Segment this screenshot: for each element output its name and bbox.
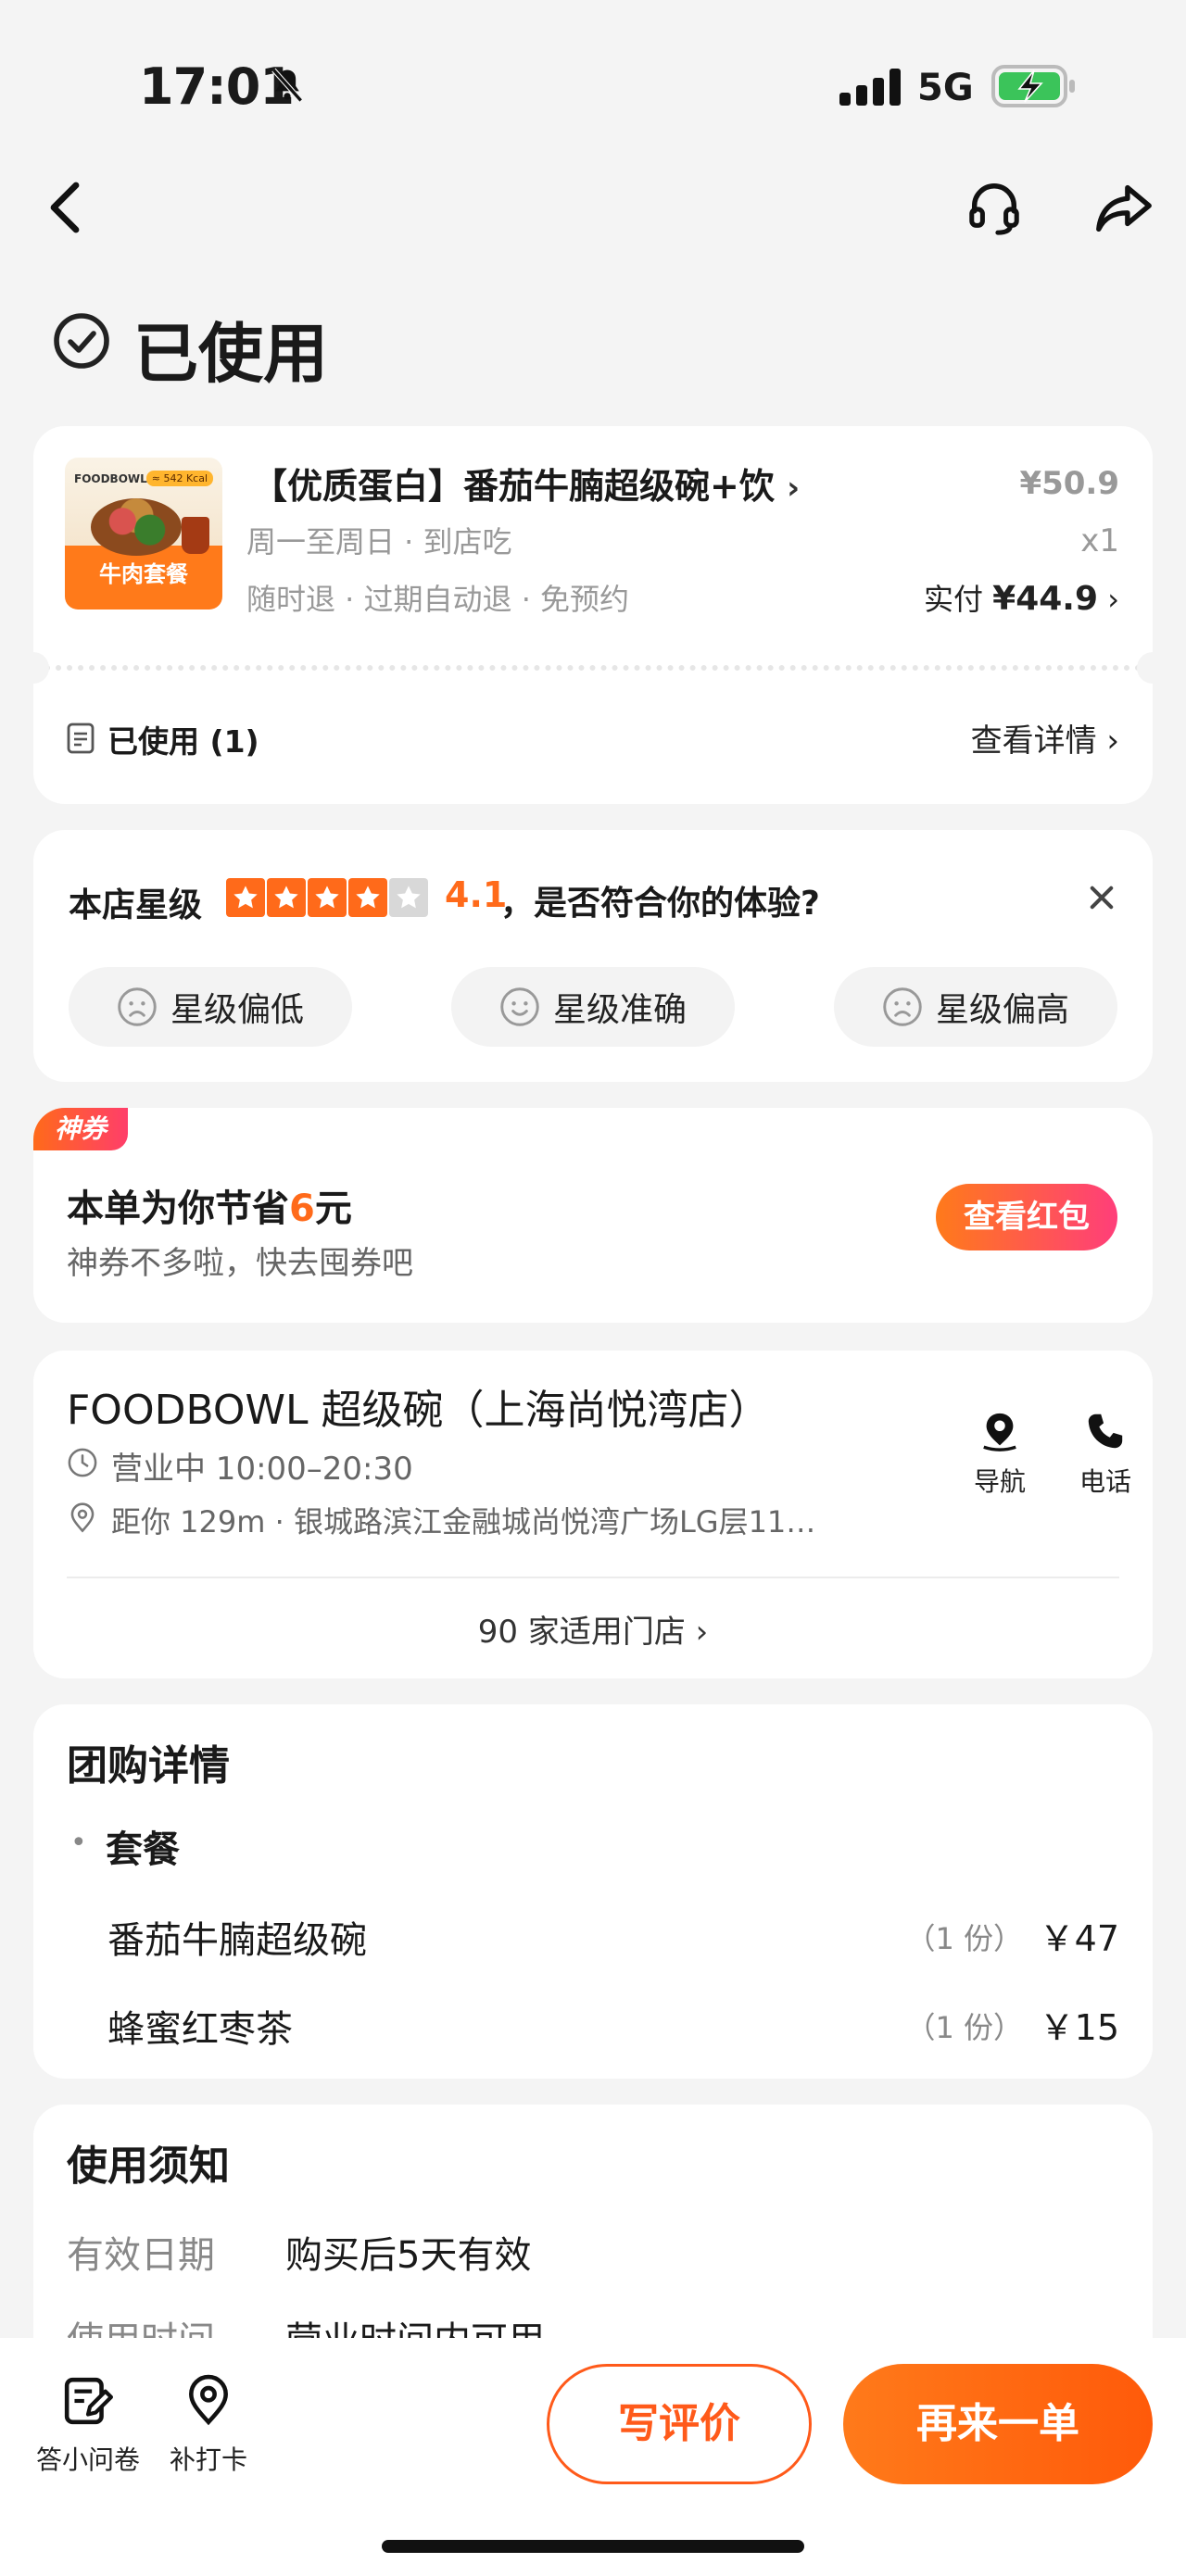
location-pin-icon xyxy=(70,1502,95,1533)
section-title: 团购详情 xyxy=(67,1742,230,1790)
navigation-pin-icon xyxy=(983,1413,1016,1451)
rating-question: ，是否符合你的体验? xyxy=(500,885,820,923)
share-icon[interactable] xyxy=(1093,180,1154,235)
coupon-subtext: 神券不多啦，快去囤券吧 xyxy=(67,1245,413,1282)
chevron-right-icon: › xyxy=(1096,723,1119,760)
chevron-right-icon: › xyxy=(685,1614,709,1651)
food-bowl-image xyxy=(91,498,182,556)
check-circle-icon xyxy=(54,313,109,369)
chevron-right-icon: › xyxy=(1107,582,1119,617)
order-card: FOODBOWL ≈ 542 Kcal 牛肉套餐 【优质蛋白】番茄牛腩超级碗+饮… xyxy=(18,426,1168,804)
reorder-button[interactable]: 再来一单 xyxy=(843,2364,1153,2484)
sad-face-icon xyxy=(118,987,157,1026)
rating-too-high-button[interactable]: 星级偏高 xyxy=(834,967,1117,1047)
customer-service-headset-icon[interactable] xyxy=(965,178,1023,237)
section-title: 使用须知 xyxy=(67,2142,230,2190)
navigate-label: 导航 xyxy=(973,1466,1026,1497)
package-item-price: ￥47 xyxy=(1039,1918,1119,1959)
clock-icon xyxy=(68,1448,97,1477)
store-address[interactable]: 距你 129m · 银城路滨江金融城尚悦湾广场LG层11… xyxy=(111,1499,908,1541)
sad-face-icon xyxy=(883,987,922,1026)
package-label: 套餐 xyxy=(106,1828,180,1871)
back-arrow-icon[interactable] xyxy=(39,178,91,237)
star-filled-icon xyxy=(308,878,347,917)
bottom-action-bar: 答小问卷 补打卡 写评价 再来一单 xyxy=(0,2338,1186,2576)
store-rating-card: 本店星级 4.1 ，是否符合你的体验? 星级偏低 星级准确 星级偏高 xyxy=(33,830,1153,1082)
network-type: 5G xyxy=(917,67,974,109)
ticket-notch-left xyxy=(18,652,49,684)
ticket-notch-right xyxy=(1137,652,1168,684)
savings-amount: 6 xyxy=(289,1187,315,1230)
home-indicator xyxy=(382,2540,804,2553)
thumb-kcal-badge: ≈ 542 Kcal xyxy=(145,471,213,486)
package-item-name: 番茄牛腩超级碗 xyxy=(107,1919,367,1962)
package-item-count: （1 份） xyxy=(905,1921,1023,1956)
product-thumbnail[interactable]: FOODBOWL ≈ 542 Kcal 牛肉套餐 xyxy=(65,458,222,609)
rating-option-label: 星级偏高 xyxy=(935,991,1069,1029)
rating-option-label: 星级偏低 xyxy=(170,991,304,1029)
package-item-price: ￥15 xyxy=(1039,2007,1119,2048)
used-count: 已使用 (1) xyxy=(107,723,259,760)
close-icon[interactable] xyxy=(1086,882,1117,913)
paid-amount-link[interactable]: 实付 ¥44.9 › xyxy=(924,576,1119,619)
write-review-button[interactable]: 写评价 xyxy=(547,2364,812,2484)
paid-amount: ¥44.9 xyxy=(992,580,1099,618)
call-button[interactable]: 电话 xyxy=(1064,1410,1147,1499)
divider xyxy=(67,1577,1119,1578)
star-filled-icon xyxy=(267,878,306,917)
store-hours: 营业中 10:00–20:30 xyxy=(111,1451,413,1488)
savings-line: 本单为你节省6元 xyxy=(67,1187,352,1230)
bell-muted-icon xyxy=(271,68,303,103)
voucher-icon xyxy=(67,723,95,754)
star-filled-icon xyxy=(348,878,387,917)
bullet-dot: • xyxy=(70,1827,87,1859)
checkin-button[interactable]: 补打卡 xyxy=(148,2373,269,2477)
order-status-title: 已使用 xyxy=(133,316,328,392)
smile-face-icon xyxy=(500,987,539,1026)
rating-score: 4.1 xyxy=(445,874,508,915)
usage-info: 周一至周日 · 到店吃 xyxy=(246,524,512,559)
survey-label: 答小问卷 xyxy=(35,2444,140,2475)
coupon-savings-card: 神券 本单为你节省6元 神券不多啦，快去囤券吧 查看红包 xyxy=(33,1108,1153,1323)
coupon-tag-badge: 神券 xyxy=(33,1108,128,1150)
rating-accurate-button[interactable]: 星级准确 xyxy=(451,967,735,1047)
product-title[interactable]: 【优质蛋白】番茄牛腩超级碗+饮 › xyxy=(252,458,800,509)
rating-option-label: 星级准确 xyxy=(552,991,687,1029)
refund-policy: 随时退 · 过期自动退 · 免预约 xyxy=(246,582,630,617)
store-name[interactable]: FOODBOWL 超级碗（上海尚悦湾店） xyxy=(67,1376,770,1436)
battery-charging-icon xyxy=(991,65,1075,107)
survey-button[interactable]: 答小问卷 xyxy=(28,2373,148,2477)
star-filled-icon xyxy=(226,878,265,917)
notice-value: 购买后5天有效 xyxy=(285,2234,532,2277)
rating-too-low-button[interactable]: 星级偏低 xyxy=(69,967,352,1047)
rating-label: 本店星级 xyxy=(69,886,203,924)
survey-edit-icon xyxy=(64,2377,113,2425)
group-deal-detail-card: 团购详情 • 套餐 番茄牛腩超级碗 （1 份） ￥47 蜂蜜红枣茶 （1 份） … xyxy=(33,1704,1153,2079)
perforation-divider xyxy=(33,665,1153,671)
star-rating xyxy=(226,878,428,919)
quantity: x1 xyxy=(1080,522,1119,559)
applicable-stores-link[interactable]: 90 家适用门店 › xyxy=(33,1606,1153,1652)
original-price: ¥50.9 xyxy=(1019,465,1119,502)
notice-key: 有效日期 xyxy=(67,2234,215,2277)
chevron-right-icon: › xyxy=(787,470,801,507)
paid-label: 实付 xyxy=(923,582,983,617)
thumb-label: 牛肉套餐 xyxy=(99,561,188,587)
star-empty-icon xyxy=(389,878,428,917)
package-item-name: 蜂蜜红枣茶 xyxy=(107,2008,293,2051)
drink-cup-image xyxy=(182,517,209,554)
cellular-signal-icon xyxy=(839,69,901,106)
view-details-link[interactable]: 查看详情 › xyxy=(971,715,1119,760)
package-item-count: （1 份） xyxy=(905,2010,1023,2045)
thumb-brand: FOODBOWL xyxy=(74,472,147,485)
call-label: 电话 xyxy=(1079,1466,1131,1497)
location-pin-icon xyxy=(189,2374,228,2426)
view-red-packet-button[interactable]: 查看红包 xyxy=(936,1184,1117,1250)
phone-icon xyxy=(1088,1414,1123,1449)
store-info-card: FOODBOWL 超级碗（上海尚悦湾店） 营业中 10:00–20:30 距你 … xyxy=(33,1351,1153,1678)
checkin-label: 补打卡 xyxy=(169,2444,247,2475)
navigate-button[interactable]: 导航 xyxy=(958,1410,1041,1499)
